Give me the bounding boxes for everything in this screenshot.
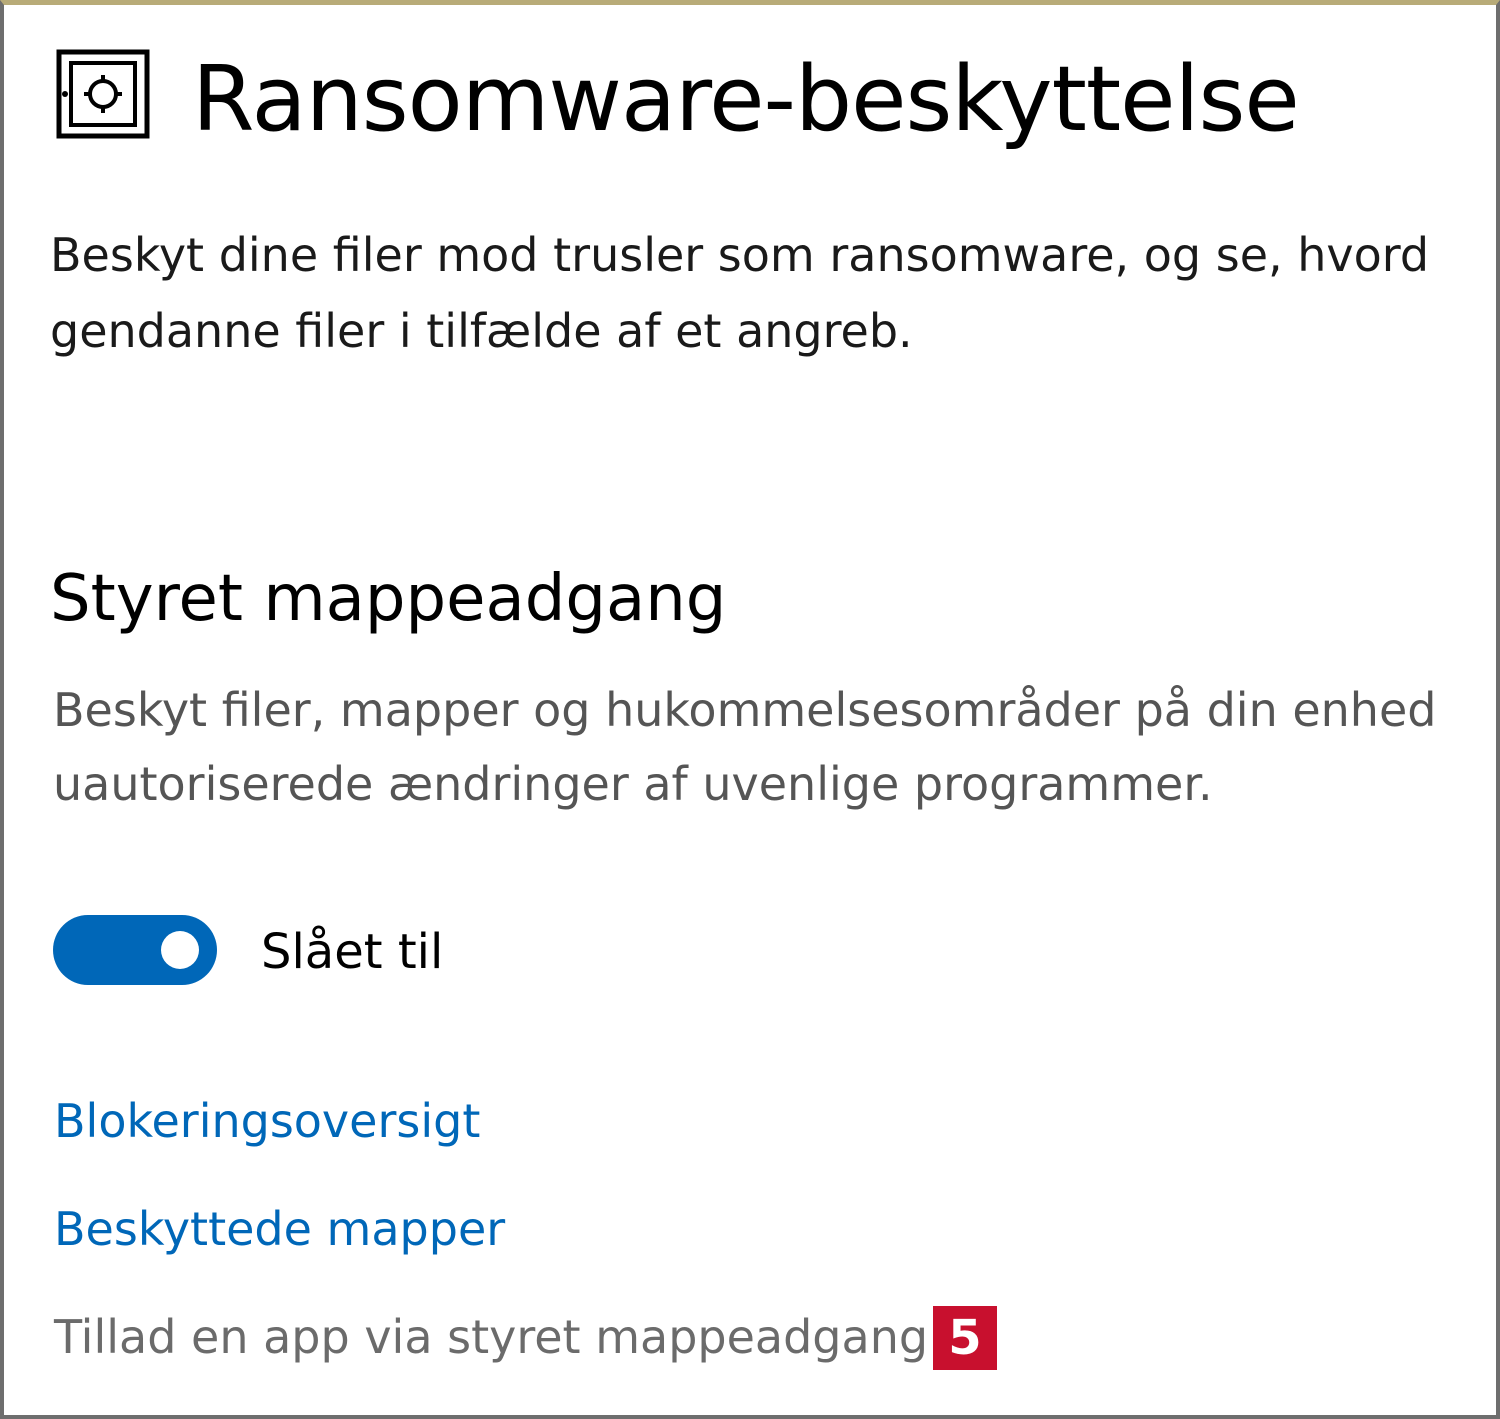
- toggle-knob: [161, 931, 199, 969]
- settings-panel: Ransomware-beskyttelse Beskyt dine filer…: [0, 0, 1500, 1419]
- section-description: Beskyt filer, mapper og hukommelsesområd…: [53, 673, 1496, 821]
- page-description: Beskyt dine filer mod trusler som ransom…: [50, 217, 1496, 369]
- toggle-state-label: Slået til: [261, 924, 444, 980]
- page-description-line: gendanne filer i tilfælde af et angreb.: [50, 304, 913, 358]
- page-description-line: Beskyt dine filer mod trusler som ransom…: [50, 228, 1430, 282]
- section-description-line: Beskyt filer, mapper og hukommelsesområd…: [53, 683, 1437, 737]
- allow-app-link[interactable]: Tillad en app via styret mappeadgang: [54, 1307, 928, 1367]
- page-title: Ransomware-beskyttelse: [192, 47, 1300, 152]
- protected-folders-link[interactable]: Beskyttede mapper: [54, 1199, 505, 1259]
- step-number-badge: 5: [933, 1306, 997, 1370]
- block-history-link[interactable]: Blokeringsoversigt: [54, 1091, 480, 1151]
- ransomware-shield-icon: [56, 49, 150, 139]
- controlled-folder-access-toggle[interactable]: [53, 915, 217, 985]
- section-heading-controlled-folder-access: Styret mappeadgang: [50, 562, 727, 636]
- section-description-line: uautoriserede ændringer af uvenlige prog…: [53, 757, 1213, 811]
